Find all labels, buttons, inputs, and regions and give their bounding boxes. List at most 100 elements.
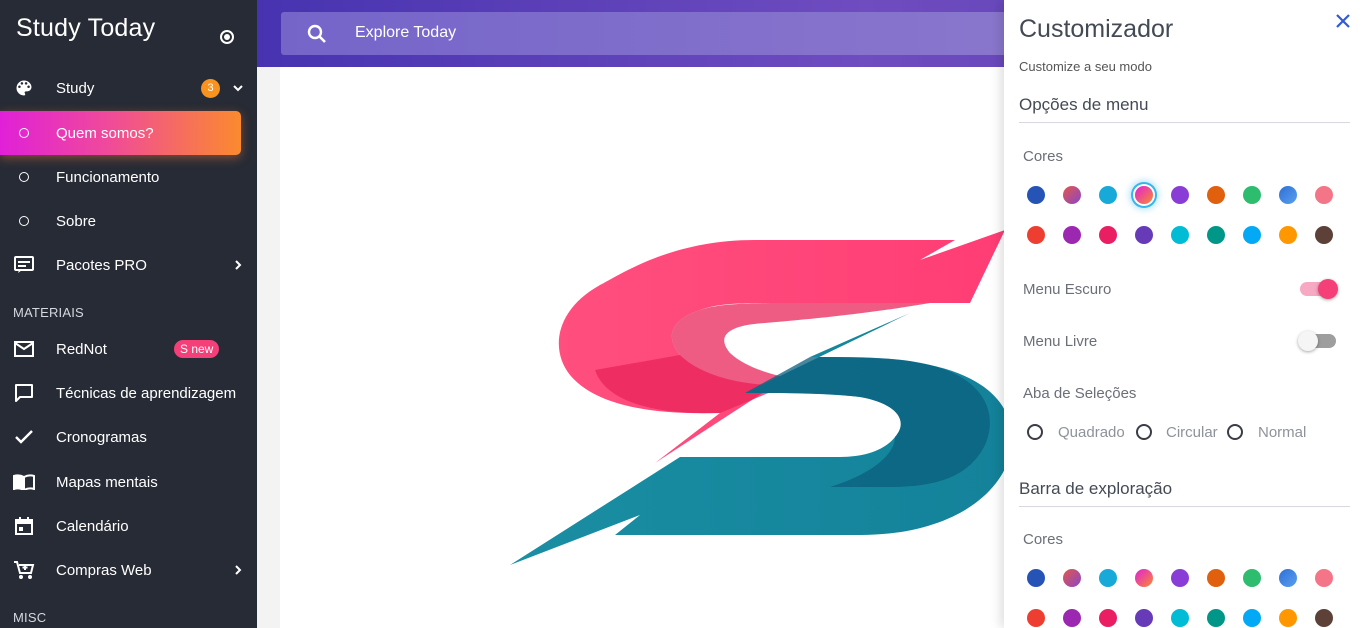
sidebar-item-label: Funcionamento <box>56 168 160 186</box>
toggle-knob <box>1318 279 1338 299</box>
sidebar-item-compras-web[interactable]: Compras Web <box>0 548 257 592</box>
explore-color-swatch[interactable] <box>1243 609 1261 627</box>
menu-color-swatch[interactable] <box>1279 226 1297 244</box>
explore-color-swatch[interactable] <box>1207 569 1225 587</box>
menu-color-swatch[interactable] <box>1171 186 1189 204</box>
explore-color-swatch[interactable] <box>1207 609 1225 627</box>
sidebar-item-label: Pacotes PRO <box>56 256 147 274</box>
menu-color-swatch[interactable] <box>1027 226 1045 244</box>
circle-icon <box>19 128 29 138</box>
subtitles-icon <box>13 254 35 276</box>
menu-dark-toggle[interactable] <box>1300 279 1338 299</box>
chevron-right-icon[interactable] <box>232 259 244 271</box>
menu-color-swatch[interactable] <box>1207 186 1225 204</box>
explore-color-swatch[interactable] <box>1279 569 1297 587</box>
menu-color-swatch[interactable] <box>1171 226 1189 244</box>
customizer-subtitle: Customize a seu modo <box>1019 59 1152 74</box>
explore-color-swatch[interactable] <box>1171 569 1189 587</box>
section-title-materiais: MATERIAIS <box>13 305 84 320</box>
radio-label-quadrado: Quadrado <box>1058 424 1125 441</box>
customizer-panel: Customizador Customize a seu modo Opções… <box>1004 0 1362 628</box>
explore-color-swatch[interactable] <box>1063 569 1081 587</box>
sidebar-item-label: RedNot <box>56 340 107 358</box>
sidebar-item-label: Study <box>56 79 95 97</box>
menu-dark-label: Menu Escuro <box>1023 281 1112 298</box>
sidebar-item-label: Quem somos? <box>56 124 154 142</box>
divider <box>1019 122 1350 123</box>
sidebar-item-calendario[interactable]: Calendário <box>0 504 257 548</box>
explore-color-swatch[interactable] <box>1027 609 1045 627</box>
menu-color-swatch[interactable] <box>1315 226 1333 244</box>
check-icon <box>13 426 35 448</box>
sidebar-item-funcionamento[interactable]: Funcionamento <box>0 155 257 199</box>
menu-color-swatch[interactable] <box>1279 186 1297 204</box>
search-input[interactable]: Explore Today <box>281 12 1041 55</box>
chevron-down-icon[interactable] <box>232 82 244 94</box>
sidebar-item-label: Mapas mentais <box>56 473 158 491</box>
menu-color-swatch[interactable] <box>1315 186 1333 204</box>
radio-label-normal: Normal <box>1258 424 1307 441</box>
explore-colors-label: Cores <box>1023 531 1064 548</box>
menu-free-toggle[interactable] <box>1298 331 1336 351</box>
explore-color-swatch[interactable] <box>1135 609 1153 627</box>
menu-color-swatch[interactable] <box>1243 226 1261 244</box>
divider <box>1019 506 1350 507</box>
radio-circular[interactable] <box>1136 424 1152 440</box>
explore-bar-title: Barra de exploração <box>1019 479 1173 498</box>
circle-icon <box>19 172 29 182</box>
sidebar-item-cronogramas[interactable]: Cronogramas <box>0 415 257 459</box>
book-icon <box>13 471 35 493</box>
explore-color-swatch[interactable] <box>1315 609 1333 627</box>
explore-color-swatch[interactable] <box>1099 609 1117 627</box>
sidebar-item-label: Compras Web <box>56 561 152 579</box>
menu-color-swatch[interactable] <box>1135 226 1153 244</box>
explore-color-swatch[interactable] <box>1135 569 1153 587</box>
sidebar-item-tecnicas[interactable]: Técnicas de aprendizagem <box>0 371 257 415</box>
menu-color-swatch[interactable] <box>1207 226 1225 244</box>
sidebar-item-label: Cronogramas <box>56 428 147 446</box>
brand-title: Study Today <box>16 14 156 42</box>
menu-free-label: Menu Livre <box>1023 333 1098 350</box>
sidebar-item-sobre[interactable]: Sobre <box>0 199 257 243</box>
study-count-badge: 3 <box>201 78 220 98</box>
calendar-icon <box>13 515 35 537</box>
sidebar: Study Today Study 3 Quem somos? Funciona… <box>0 0 257 628</box>
explore-color-swatch[interactable] <box>1099 569 1117 587</box>
palette-icon <box>13 77 35 99</box>
explore-color-swatch[interactable] <box>1279 609 1297 627</box>
tabs-style-label: Aba de Seleções <box>1023 385 1137 402</box>
menu-color-swatch[interactable] <box>1063 226 1081 244</box>
explore-color-swatch[interactable] <box>1171 609 1189 627</box>
sidebar-pin-toggle[interactable] <box>220 30 234 44</box>
radio-label-circular: Circular <box>1166 424 1218 441</box>
explore-color-swatch[interactable] <box>1027 569 1045 587</box>
circle-icon <box>19 216 29 226</box>
sidebar-item-label: Sobre <box>56 212 97 230</box>
study-today-logo <box>510 230 1012 565</box>
chat-icon <box>13 382 35 404</box>
sidebar-item-quem-somos[interactable]: Quem somos? <box>0 111 257 155</box>
menu-color-swatch[interactable] <box>1099 226 1117 244</box>
explore-color-swatch[interactable] <box>1315 569 1333 587</box>
menu-colors-label: Cores <box>1023 148 1064 165</box>
menu-color-swatch[interactable] <box>1135 186 1153 204</box>
explore-color-swatch[interactable] <box>1243 569 1261 587</box>
sidebar-item-label: Calendário <box>56 517 129 535</box>
close-icon[interactable] <box>1334 12 1352 30</box>
explore-color-swatch[interactable] <box>1063 609 1081 627</box>
menu-color-swatch[interactable] <box>1099 186 1117 204</box>
sidebar-item-mapas[interactable]: Mapas mentais <box>0 460 257 504</box>
search-placeholder: Explore Today <box>355 24 457 41</box>
search-icon <box>307 24 326 43</box>
sidebar-item-study[interactable]: Study 3 <box>0 66 257 110</box>
menu-color-swatch[interactable] <box>1063 186 1081 204</box>
chevron-right-icon[interactable] <box>232 564 244 576</box>
sidebar-item-pacotes-pro[interactable]: Pacotes PRO <box>0 243 257 287</box>
menu-color-swatch[interactable] <box>1243 186 1261 204</box>
sidebar-item-rednot[interactable]: RedNot S new <box>0 327 257 371</box>
radio-normal[interactable] <box>1227 424 1243 440</box>
menu-color-swatch[interactable] <box>1027 186 1045 204</box>
cart-icon <box>13 559 35 581</box>
radio-quadrado[interactable] <box>1027 424 1043 440</box>
customizer-title: Customizador <box>1019 15 1174 43</box>
